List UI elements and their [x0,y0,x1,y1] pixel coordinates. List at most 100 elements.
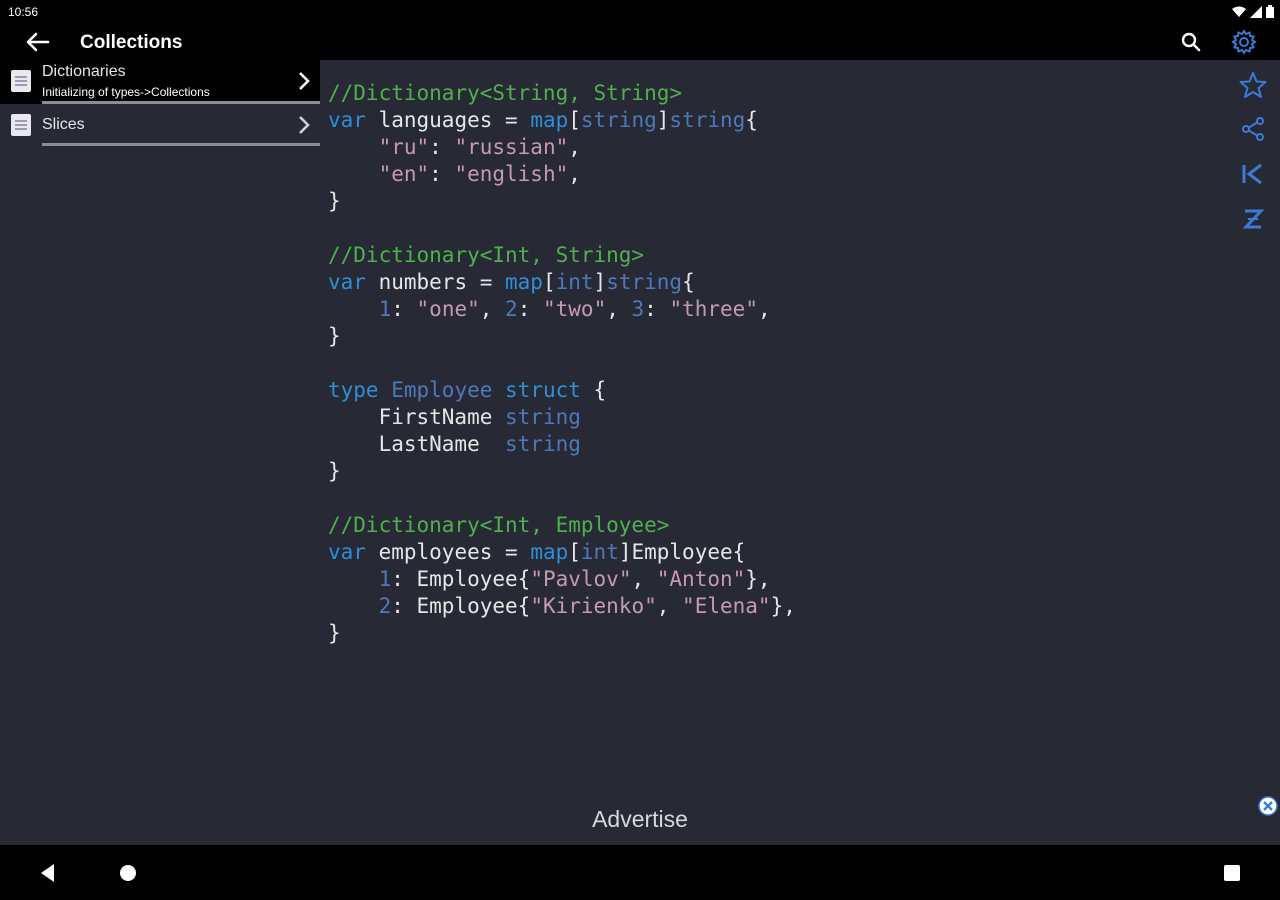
code-token: LastName [328,432,506,456]
signal-icon [1250,5,1262,18]
code-token: int [555,270,594,294]
code-token: [ [542,270,556,294]
code-token: ]Employee{ [618,540,746,564]
code-token: string [505,432,581,456]
code-token: : [644,297,670,321]
nav-home-icon[interactable] [116,861,140,885]
code-line: 2: Employee{"Kirienko", "Elena"}, [328,593,796,620]
code-token: ] [593,270,607,294]
code-line: } [328,458,796,485]
code-line: } [328,323,796,350]
code-token: var [328,540,366,564]
code-token: , [606,297,632,321]
code-line: LastName string [328,431,796,458]
code-token: string [669,108,746,132]
sidebar-item-slices[interactable]: Slices [0,104,320,148]
code-token: 3 [631,297,645,321]
code-line: FirstName string [328,404,796,431]
code-token: : Employee{ [391,594,531,618]
code-token: : [517,297,543,321]
code-token: [ [568,108,581,132]
code-token: //Dictionary<Int, String> [328,243,645,267]
code-view: //Dictionary<String, String> var language… [328,80,796,647]
code-token: "three" [669,297,758,321]
code-line: //Dictionary<Int, Employee> [328,512,796,539]
code-token: var [328,270,366,294]
code-token: string [505,405,581,429]
code-token: "two" [543,297,607,321]
code-line: //Dictionary<Int, String> [328,242,796,269]
code-line: 1: "one", 2: "two", 3: "three", [328,296,796,323]
code-token: type [328,378,379,402]
nav-recents-icon[interactable] [1220,861,1244,885]
code-token: FirstName [328,405,506,429]
code-token: "one" [416,297,480,321]
code-token: employees = [365,540,531,564]
code-token: map [530,108,569,132]
code-line: "en": "english", [328,161,796,188]
back-arrow-icon[interactable] [24,30,50,54]
status-bar: 10:56 [0,0,1280,24]
code-token: : [429,135,455,159]
status-icons [1232,5,1274,18]
sidebar-item-title: Dictionaries [42,63,126,80]
code-token: [ [568,540,581,564]
code-token: "Kirienko" [530,594,657,618]
code-token: "en" [378,162,430,186]
code-token: } [328,459,341,483]
ad-close-icon[interactable] [1258,796,1278,816]
system-nav-bar [0,845,1280,900]
code-token: struct [505,378,581,402]
code-token: languages = [365,108,531,132]
code-token: }, [770,594,796,618]
code-token: string [580,108,657,132]
code-token: } [328,324,341,348]
search-icon[interactable] [1180,31,1202,53]
code-token: //Dictionary<String, String> [328,81,683,105]
last-letter-z-icon[interactable] [1236,202,1270,236]
code-token: "Elena" [682,594,771,618]
code-token: { [682,270,695,294]
share-icon[interactable] [1236,112,1270,146]
code-token: Employee [391,378,493,402]
code-token: , [656,594,683,618]
code-token: 2 [378,594,392,618]
page-title: Collections [80,32,183,53]
wifi-icon [1232,6,1246,17]
code-token: "russian" [454,135,569,159]
code-token: { [745,108,758,132]
code-token: } [328,621,341,645]
code-token: var [328,108,366,132]
code-token: map [530,540,569,564]
ad-banner-label: Advertise [592,806,688,832]
battery-icon [1266,5,1274,18]
code-token: : [429,162,455,186]
app-bar: Collections [0,24,1280,60]
chevron-right-icon [299,116,310,134]
star-icon[interactable] [1236,68,1270,102]
gear-icon[interactable] [1231,29,1257,55]
code-token: ] [656,108,670,132]
divider [42,143,320,146]
first-letter-k-icon[interactable] [1236,157,1270,191]
nav-back-icon[interactable] [36,861,60,885]
sidebar-item-title: Slices [42,116,85,133]
code-line: } [328,620,796,647]
code-token: map [505,270,543,294]
code-line: type Employee struct { [328,377,796,404]
code-token: 1 [378,297,392,321]
code-line: //Dictionary<String, String> [328,80,796,107]
code-line: var numbers = map[int]string{ [328,269,796,296]
code-token: } [328,189,341,213]
sidebar-item-dictionaries[interactable]: Dictionaries Initializing of types->Coll… [0,60,320,104]
document-icon [11,114,31,136]
code-line: "ru": "russian", [328,134,796,161]
